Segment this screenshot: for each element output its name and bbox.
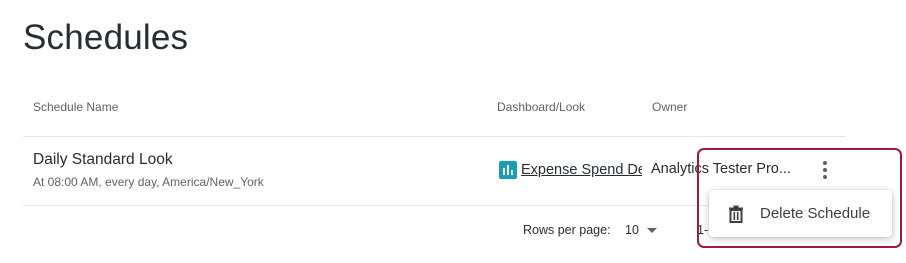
trash-icon	[729, 205, 743, 223]
header-divider	[23, 136, 846, 137]
rows-per-page-select[interactable]: 10	[618, 217, 657, 243]
owner-name: Analytics Tester Pro...	[651, 161, 791, 177]
column-header-owner[interactable]: Owner	[652, 100, 687, 114]
caret-down-icon	[646, 227, 657, 233]
context-menu: Delete Schedule	[709, 190, 892, 237]
delete-schedule-label: Delete Schedule	[760, 205, 871, 222]
dashboard-link[interactable]: Expense Spend Det	[499, 160, 642, 180]
page-title: Schedules	[23, 18, 189, 57]
more-vert-icon[interactable]	[813, 157, 837, 183]
pagination-range: 1-	[697, 223, 709, 237]
rows-per-page-label: Rows per page:	[523, 223, 611, 237]
chart-bar-icon	[499, 161, 517, 179]
column-header-schedule-name[interactable]: Schedule Name	[33, 100, 118, 114]
delete-schedule-menu-item[interactable]: Delete Schedule	[709, 190, 892, 237]
schedule-name: Daily Standard Look	[33, 151, 173, 168]
column-header-dashboard-look[interactable]: Dashboard/Look	[497, 100, 585, 114]
schedule-description: At 08:00 AM, every day, America/New_York	[33, 175, 264, 189]
dashboard-link-label[interactable]: Expense Spend Det	[521, 162, 642, 178]
rows-per-page-value: 10	[625, 223, 639, 237]
